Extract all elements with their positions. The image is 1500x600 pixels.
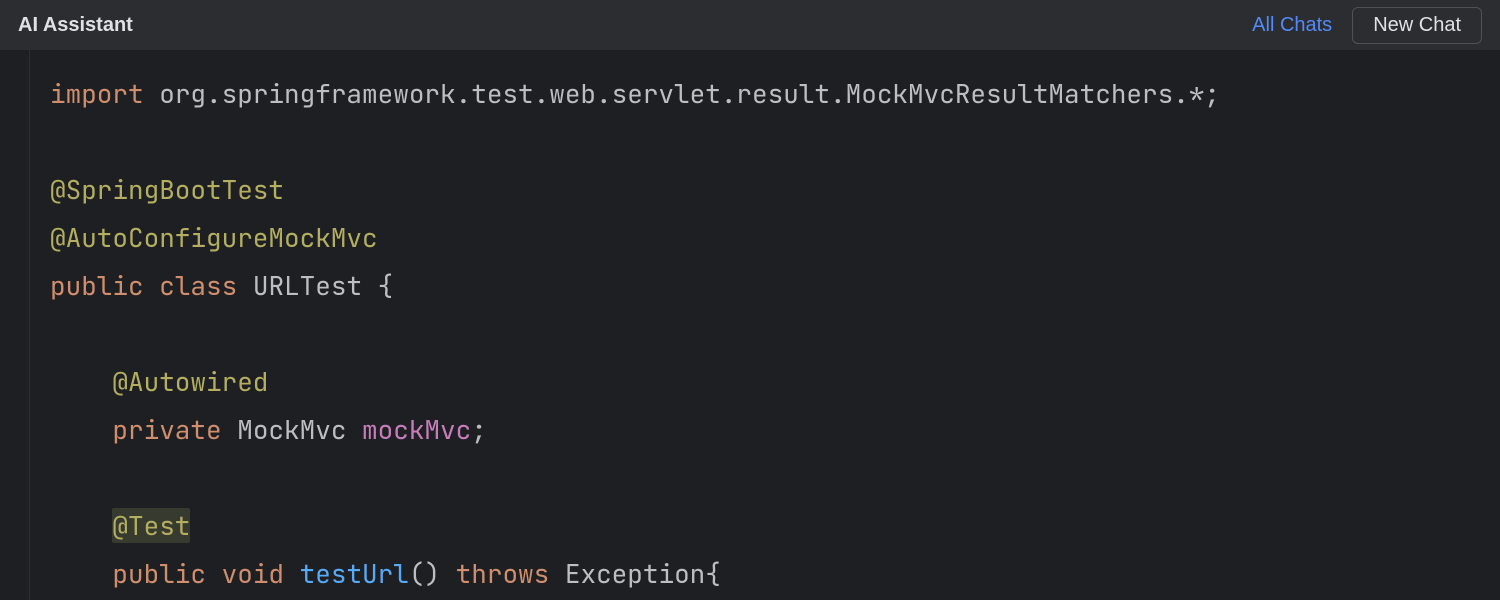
keyword-throws: throws [456,556,550,591]
keyword-void: void [222,556,284,591]
parens: () [409,556,440,591]
keyword-import: import [50,76,144,111]
semicolon: ; [471,412,487,447]
annotation-springboottest: @SpringBootTest [50,172,284,207]
annotation-autoconfiguremockmvc: @AutoConfigureMockMvc [50,220,378,255]
indent [50,412,112,447]
type-exception: Exception [565,556,705,591]
class-name: URLTest [253,268,362,303]
panel-header: AI Assistant All Chats New Chat [0,0,1500,50]
new-chat-button[interactable]: New Chat [1352,7,1482,44]
keyword-class: class [159,268,237,303]
keyword-public: public [50,268,144,303]
content-area: import org.springframework.test.web.serv… [0,50,1500,600]
code-editor[interactable]: import org.springframework.test.web.serv… [30,50,1500,600]
method-testurl: testUrl [300,556,409,591]
field-mockmvc: mockMvc [362,412,471,447]
import-package: org.springframework.test.web.servlet.res… [159,76,1204,111]
annotation-autowired: @Autowired [112,364,268,399]
annotation-test: @Test [112,508,190,543]
indent [50,556,112,591]
brace-open: { [705,556,721,591]
all-chats-link[interactable]: All Chats [1252,14,1332,37]
panel-title: AI Assistant [18,14,133,37]
type-mockmvc: MockMvc [237,412,346,447]
indent [50,364,112,399]
keyword-private: private [112,412,221,447]
editor-gutter [0,50,30,600]
header-actions: All Chats New Chat [1252,7,1482,44]
keyword-public: public [112,556,206,591]
semicolon: ; [1204,76,1220,111]
indent [50,508,112,543]
brace-open: { [378,268,394,303]
